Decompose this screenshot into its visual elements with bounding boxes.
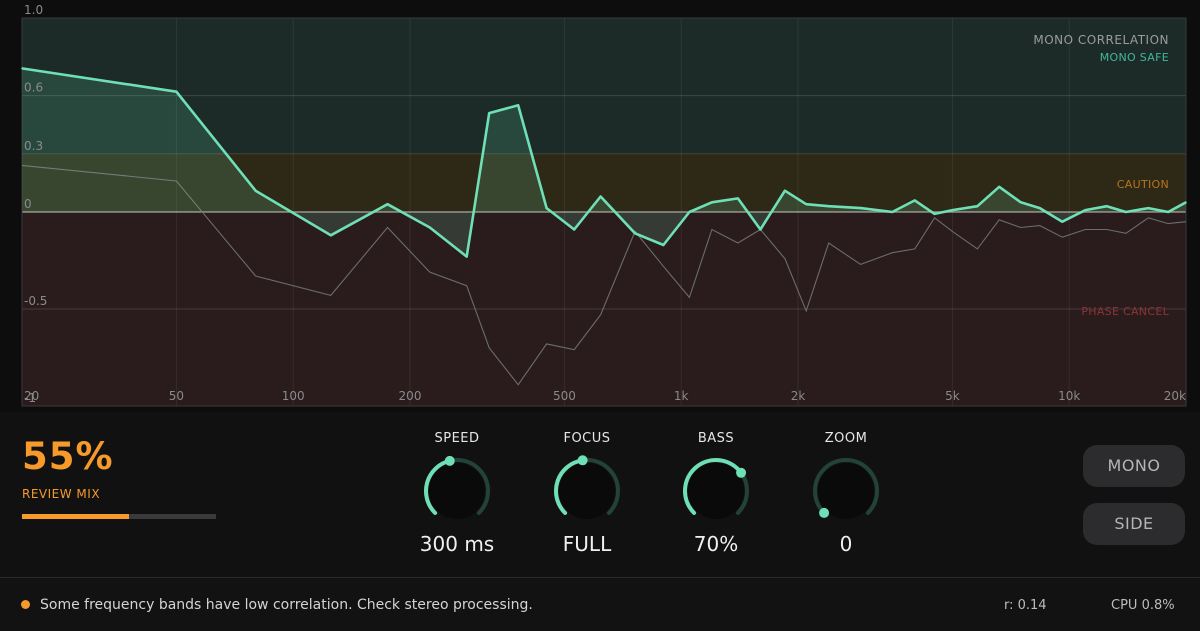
correlation-point-9 [545,207,548,209]
zoom-knob-label: ZOOM [824,431,868,446]
x-tick-label-2: 100 [282,389,305,403]
correlation-point-24 [933,213,936,215]
correlation-point-30 [1061,220,1064,223]
correlation-point-17 [759,228,762,231]
speed-knob-value: 300 ms [419,532,495,556]
y-tick-label-1: 0.6 [24,81,43,95]
x-tick-label-1: 50 [169,389,184,403]
review-mix-slider[interactable] [22,514,216,519]
x-tick-label-7: 5k [945,389,960,403]
correlation-point-11 [599,195,602,198]
correlation-point-35 [1167,211,1169,213]
correlation-point-4 [386,203,389,205]
cpu-readout: CPU 0.8% [1111,598,1175,613]
review-mix-slider-fill [22,514,129,519]
chart-title: MONO CORRELATION [1033,33,1169,47]
zone-label-0: MONO SAFE [1100,51,1169,64]
review-mix-label: REVIEW MIX [22,487,101,501]
correlation-point-12 [634,232,636,235]
correlation-point-3 [330,234,332,237]
correlation-point-31 [1084,209,1087,211]
status-message: Some frequency bands have low correlatio… [40,597,533,613]
correlation-point-22 [891,211,894,213]
y-tick-label-2: 0.3 [24,139,43,153]
correlation-point-18 [784,189,786,192]
correlation-point-26 [976,205,979,207]
speed-knob[interactable] [421,455,493,527]
bass-knob-handle [736,467,747,478]
zone-label-2: PHASE CANCEL [1081,305,1169,318]
correlation-point-6 [465,255,468,258]
focus-knob-body [559,463,615,519]
x-tick-label-3: 200 [399,389,422,403]
correlation-point-25 [951,209,954,211]
bass-knob-value: 70% [693,532,739,556]
correlation-point-27 [998,186,1000,188]
correlation-point-7 [488,112,491,114]
correlation-point-0 [21,67,23,70]
correlation-point-16 [737,197,739,200]
correlation-point-10 [573,228,575,231]
correlation-point-32 [1106,205,1108,207]
y-tick-label-3: 0 [24,197,32,211]
correlation-point-19 [805,203,807,205]
correlation-point-1 [175,90,178,93]
speed-knob-label: SPEED [434,431,480,446]
correlation-readout: r: 0.14 [1004,598,1047,613]
speed-knob-body [429,463,485,519]
correlation-point-8 [517,104,519,107]
correlation-point-28 [1019,201,1022,204]
x-tick-label-0: 20 [24,389,39,403]
mono-button[interactable]: MONO [1083,445,1185,487]
bass-knob-body [688,463,744,519]
focus-knob[interactable] [551,455,623,527]
warning-dot-icon [21,600,30,609]
y-tick-label-0: 1.0 [24,3,43,17]
correlation-plot[interactable]: 1.00.60.30-0.5-120 50 100 200 500 1k 2k 5k 10k 20… [0,0,1200,412]
correlation-point-5 [429,226,431,229]
correlation-point-34 [1147,207,1150,209]
correlation-point-20 [827,205,830,207]
y-tick-label-4: -0.5 [24,294,47,308]
correlation-point-36 [1185,201,1187,204]
zoom-knob-value: 0 [839,532,853,556]
x-tick-label-9: 20k [1164,389,1186,403]
bass-knob-label: BASS [697,431,735,446]
correlation-point-21 [859,207,862,209]
review-mix-value: 55% [22,435,114,478]
side-button[interactable]: SIDE [1083,503,1185,545]
zoom-knob-handle [819,507,830,518]
focus-knob-label: FOCUS [563,431,611,446]
x-tick-label-4: 500 [553,389,576,403]
correlation-point-23 [914,199,916,202]
x-tick-label-8: 10k [1058,389,1080,403]
correlation-point-15 [711,201,713,204]
x-tick-label-6: 2k [791,389,806,403]
zoom-knob[interactable] [810,455,882,527]
x-tick-label-5: 1k [674,389,689,403]
speed-knob-handle [444,455,455,466]
zone-label-1: CAUTION [1117,178,1169,191]
correlation-point-29 [1039,207,1041,209]
correlation-point-14 [688,211,691,213]
focus-knob-value: FULL [562,532,612,556]
bass-knob[interactable] [680,455,752,527]
correlation-point-33 [1125,211,1127,213]
correlation-point-13 [662,244,665,246]
correlation-point-2 [254,189,257,192]
focus-knob-handle [577,455,588,466]
